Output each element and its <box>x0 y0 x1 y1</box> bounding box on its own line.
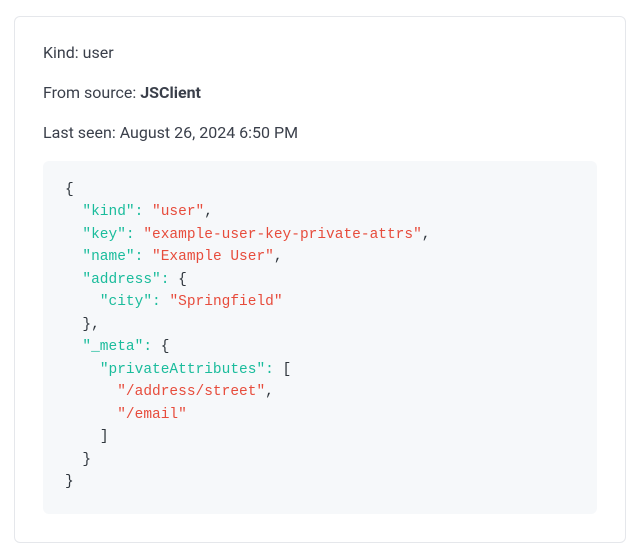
kind-value: user <box>83 43 114 62</box>
last-seen-line: Last seen: August 26, 2024 6:50 PM <box>43 121 597 145</box>
json-code-block: { "kind": "user", "key": "example-user-k… <box>43 161 597 514</box>
kind-label: Kind: <box>43 43 79 62</box>
last-seen-label: Last seen: <box>43 123 116 142</box>
source-line: From source: JSClient <box>43 81 597 105</box>
context-details-card: Kind: user From source: JSClient Last se… <box>14 16 626 543</box>
source-value: JSClient <box>140 83 201 102</box>
kind-line: Kind: user <box>43 41 597 65</box>
last-seen-value: August 26, 2024 6:50 PM <box>120 123 298 142</box>
source-label: From source: <box>43 83 136 102</box>
